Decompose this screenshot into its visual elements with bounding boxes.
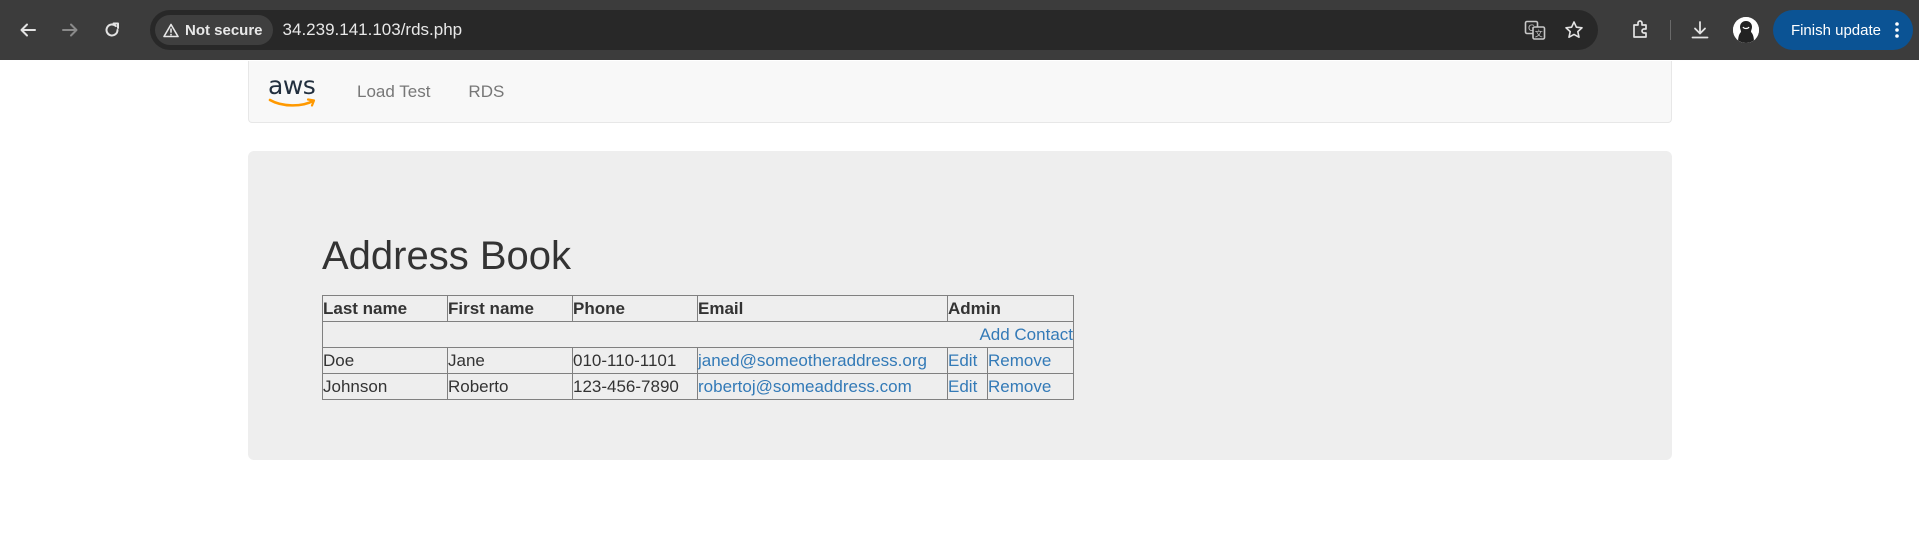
main-content-panel: Address Book Last name First name Phone …: [248, 151, 1672, 460]
cell-phone: 123-456-7890: [572, 373, 698, 400]
browser-toolbar: Not secure 34.239.141.103/rds.php G 文 Fi…: [0, 0, 1919, 60]
bookmark-star-icon[interactable]: [1564, 20, 1584, 40]
header-last-name: Last name: [322, 295, 448, 322]
translate-icon[interactable]: G 文: [1524, 19, 1546, 41]
header-first-name: First name: [447, 295, 573, 322]
header-phone: Phone: [572, 295, 698, 322]
email-link[interactable]: robertoj@someaddress.com: [698, 377, 912, 396]
cell-email: robertoj@someaddress.com: [697, 373, 948, 400]
url-text[interactable]: 34.239.141.103/rds.php: [283, 20, 463, 40]
cell-remove: Remove: [987, 373, 1074, 400]
security-chip[interactable]: Not secure: [155, 15, 273, 45]
site-navbar: aws Load Test RDS: [248, 61, 1672, 123]
remove-link[interactable]: Remove: [988, 351, 1051, 370]
header-email: Email: [697, 295, 948, 322]
forward-button[interactable]: [52, 12, 88, 48]
svg-text:文: 文: [1535, 29, 1543, 39]
cell-phone: 010-110-1101: [572, 347, 698, 374]
nav-link-rds[interactable]: RDS: [468, 82, 504, 102]
table-row: Doe Jane 010-110-1101 janed@someotheradd…: [322, 347, 1074, 374]
profile-picture-icon: [1732, 17, 1759, 43]
cell-first-name: Roberto: [447, 373, 573, 400]
back-button[interactable]: [10, 12, 46, 48]
nav-link-load-test[interactable]: Load Test: [357, 82, 430, 102]
extensions-icon[interactable]: [1630, 19, 1652, 41]
toolbar-divider: [1669, 20, 1671, 40]
kebab-menu-icon: [1895, 22, 1899, 38]
cell-remove: Remove: [987, 347, 1074, 374]
add-contact-row: Add Contact: [322, 321, 1074, 348]
email-link[interactable]: janed@someotheraddress.org: [698, 351, 927, 370]
cell-email: janed@someotheraddress.org: [697, 347, 948, 374]
header-admin: Admin: [947, 295, 1074, 322]
cell-last-name: Doe: [322, 347, 448, 374]
security-label: Not secure: [185, 21, 263, 39]
download-icon[interactable]: [1689, 19, 1711, 41]
warning-icon: [163, 23, 179, 37]
arrow-left-icon: [20, 23, 36, 37]
table-header-row: Last name First name Phone Email Admin: [322, 295, 1074, 322]
arrow-right-icon: [62, 23, 78, 37]
aws-smile-icon: [268, 97, 316, 107]
aws-logo[interactable]: aws: [268, 72, 320, 112]
address-book-table: Last name First name Phone Email Admin A…: [322, 295, 1074, 400]
finish-update-button[interactable]: Finish update: [1772, 10, 1913, 50]
remove-link[interactable]: Remove: [988, 377, 1051, 396]
cell-edit: Edit: [947, 373, 988, 400]
table-row: Johnson Roberto 123-456-7890 robertoj@so…: [322, 373, 1074, 400]
page-title: Address Book: [322, 234, 572, 278]
aws-logo-text: aws: [268, 70, 316, 100]
finish-update-label: Finish update: [1790, 21, 1881, 39]
cell-last-name: Johnson: [322, 373, 448, 400]
reload-button[interactable]: [94, 12, 130, 48]
edit-link[interactable]: Edit: [948, 377, 977, 396]
add-contact-cell: Add Contact: [322, 321, 1074, 348]
cell-first-name: Jane: [447, 347, 573, 374]
cell-edit: Edit: [947, 347, 988, 374]
edit-link[interactable]: Edit: [948, 351, 977, 370]
add-contact-link[interactable]: Add Contact: [979, 325, 1073, 344]
reload-icon: [105, 22, 119, 37]
address-bar[interactable]: Not secure 34.239.141.103/rds.php G 文: [150, 10, 1598, 50]
profile-avatar[interactable]: [1732, 17, 1759, 43]
